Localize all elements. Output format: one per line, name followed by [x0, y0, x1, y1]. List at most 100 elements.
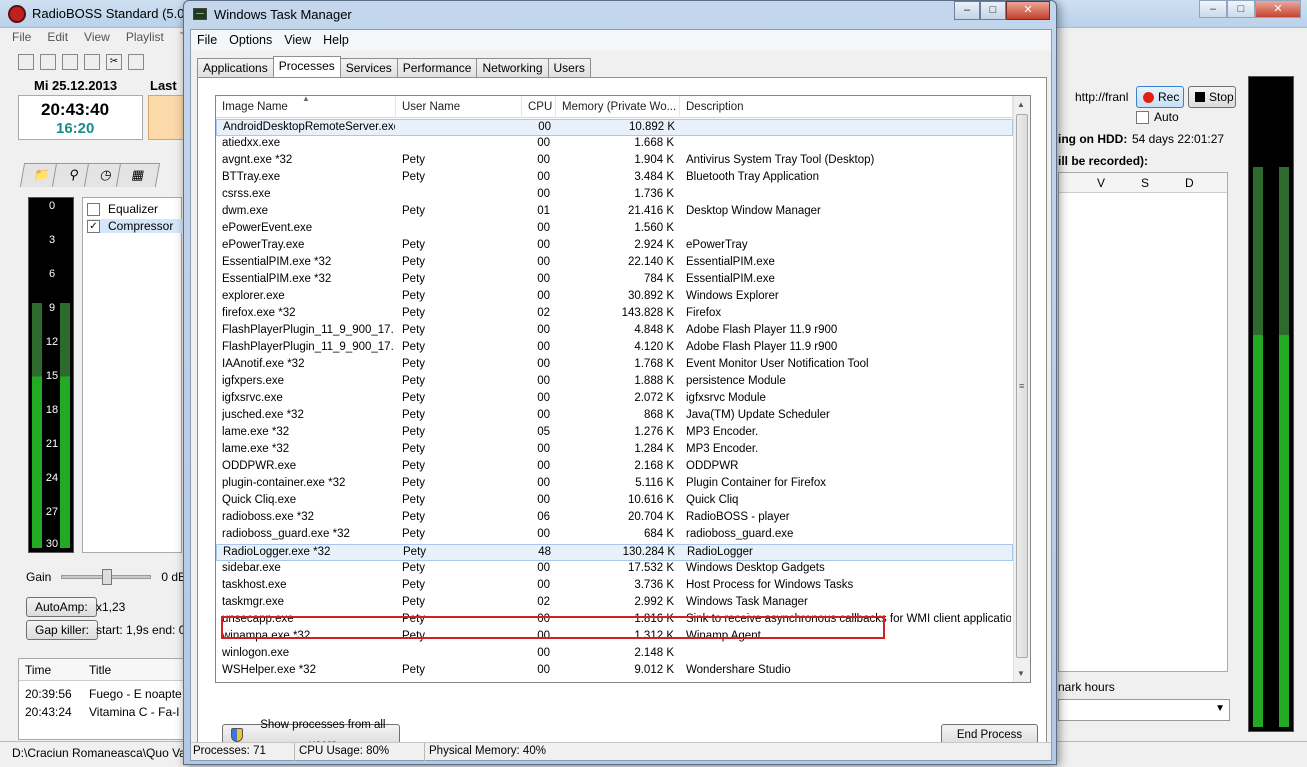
log-row-time: 20:39:56 — [25, 687, 72, 701]
process-list[interactable]: Image Name ▲ User Name CPU Memory (Priva… — [215, 95, 1031, 683]
process-row[interactable]: IAAnotif.exe *32 Pety 00 1.768 K Event Monit… — [216, 357, 1013, 374]
process-name: jusched.exe *32 — [222, 409, 304, 421]
process-row[interactable]: taskmgr.exe Pety 02 2.992 K Windows Task Man… — [216, 595, 1013, 612]
mark-hours-dropdown[interactable]: ▼ — [1058, 699, 1230, 721]
effects-icon[interactable]: ▦ — [115, 163, 161, 187]
scrollbar-thumb[interactable]: ≡ — [1016, 114, 1028, 658]
close-icon[interactable]: ✕ — [1006, 1, 1050, 20]
process-row[interactable]: FlashPlayerPlugin_11_9_900_17... Pety 00 4.… — [216, 323, 1013, 340]
process-memory: 1.816 K — [634, 613, 674, 625]
process-row[interactable]: taskhost.exe Pety 00 3.736 K Host Process fo… — [216, 578, 1013, 595]
process-row[interactable]: BTTray.exe Pety 00 3.484 K Bluetooth Tray Ap… — [216, 170, 1013, 187]
column-image-name[interactable]: Image Name ▲ — [216, 96, 396, 118]
process-row[interactable]: lame.exe *32 Pety 00 1.284 K MP3 Encoder. — [216, 442, 1013, 459]
process-row[interactable]: sidebar.exe Pety 00 17.532 K Windows Desktop… — [216, 561, 1013, 578]
process-row[interactable]: WSHelper.exe *32 Pety 00 9.012 K Wondershare… — [216, 663, 1013, 680]
auto-checkbox[interactable] — [1136, 110, 1149, 124]
menu-edit[interactable]: Edit — [47, 30, 68, 48]
menu-view[interactable]: View — [84, 30, 110, 48]
process-row[interactable]: winampa.exe *32 Pety 00 1.312 K Winamp Agent — [216, 629, 1013, 646]
menu-view[interactable]: View — [278, 33, 317, 47]
process-description: EssentialPIM.exe — [686, 273, 775, 285]
copy-icon[interactable] — [128, 54, 144, 70]
menu-playlist[interactable]: Playlist — [126, 30, 164, 48]
process-memory: 21.416 K — [627, 205, 674, 217]
save-icon[interactable] — [62, 54, 78, 70]
column-memory[interactable]: Memory (Private Wo... — [556, 96, 680, 118]
close-icon[interactable]: ✕ — [1255, 0, 1301, 18]
column-cpu[interactable]: CPU — [522, 96, 556, 118]
tab-processes[interactable]: Processes — [272, 56, 341, 78]
process-row[interactable]: radioboss.exe *32 Pety 06 20.704 K RadioBOSS… — [216, 510, 1013, 527]
auto-option[interactable]: Auto — [1136, 110, 1179, 124]
process-row[interactable]: ePowerEvent.exe 00 1.560 K — [216, 221, 1013, 238]
process-row[interactable]: dwm.exe Pety 01 21.416 K Desktop Window Mana… — [216, 204, 1013, 221]
gain-slider[interactable] — [61, 569, 152, 585]
process-list-header: Image Name ▲ User Name CPU Memory (Priva… — [216, 96, 1013, 118]
process-row[interactable]: avgnt.exe *32 Pety 00 1.904 K Antivirus Syst… — [216, 153, 1013, 170]
process-row[interactable]: plugin-container.exe *32 Pety 00 5.116 K Plu… — [216, 476, 1013, 493]
tab-performance[interactable]: Performance — [396, 58, 478, 77]
process-description: Quick Cliq — [686, 494, 739, 506]
log-header-title[interactable]: Title — [89, 663, 111, 677]
process-row[interactable]: EssentialPIM.exe *32 Pety 00 784 K Essential… — [216, 272, 1013, 289]
process-row[interactable]: atiedxx.exe 00 1.668 K — [216, 136, 1013, 153]
new-file-icon[interactable] — [18, 54, 34, 70]
maximize-icon[interactable]: □ — [980, 1, 1006, 20]
process-row[interactable]: ePowerTray.exe Pety 00 2.924 K ePowerTray — [216, 238, 1013, 255]
process-row[interactable]: EssentialPIM.exe *32 Pety 00 22.140 K Essent… — [216, 255, 1013, 272]
hdd-value: 54 days 22:01:27 — [1132, 132, 1225, 146]
autoamp-button[interactable]: AutoAmp: — [26, 597, 97, 617]
maximize-icon[interactable]: □ — [1227, 0, 1255, 18]
process-list-scrollbar[interactable]: ▲ ≡ ▼ — [1013, 96, 1030, 682]
chevron-down-icon[interactable]: ▼ — [1215, 703, 1225, 714]
column-user-name[interactable]: User Name — [396, 96, 522, 118]
process-row[interactable]: explorer.exe Pety 00 30.892 K Windows Explor… — [216, 289, 1013, 306]
minimize-icon[interactable]: – — [1199, 0, 1227, 18]
process-rows: AndroidDesktopRemoteServer.exe 00 10.892 K… — [216, 119, 1013, 680]
menu-help[interactable]: Help — [317, 33, 355, 47]
process-row[interactable]: AndroidDesktopRemoteServer.exe 00 10.892 K — [216, 119, 1013, 136]
gain-slider-thumb[interactable] — [102, 569, 113, 585]
cut-icon[interactable]: ✂ — [106, 54, 122, 70]
process-cpu: 05 — [537, 426, 550, 438]
scroll-up-icon[interactable]: ▲ — [1017, 100, 1025, 109]
process-row[interactable]: Quick Cliq.exe Pety 00 10.616 K Quick Cliq — [216, 493, 1013, 510]
process-name: AndroidDesktopRemoteServer.exe — [223, 121, 395, 133]
process-row[interactable]: RadioLogger.exe *32 Pety 48 130.284 K RadioL… — [216, 544, 1013, 561]
process-row[interactable]: ODDPWR.exe Pety 00 2.168 K ODDPWR — [216, 459, 1013, 476]
menu-file[interactable]: File — [191, 33, 223, 47]
column-description[interactable]: Description — [680, 96, 1013, 118]
process-row[interactable]: csrss.exe 00 1.736 K — [216, 187, 1013, 204]
tab-networking[interactable]: Networking — [476, 58, 549, 77]
save-as-icon[interactable] — [84, 54, 100, 70]
gap-killer-button[interactable]: Gap killer: — [26, 620, 99, 640]
open-folder-icon[interactable] — [40, 54, 56, 70]
process-row[interactable]: firefox.exe *32 Pety 02 143.828 K Firefox — [216, 306, 1013, 323]
tab-users[interactable]: Users — [547, 58, 591, 77]
process-row[interactable]: jusched.exe *32 Pety 00 868 K Java(TM) Updat… — [216, 408, 1013, 425]
process-row[interactable]: unsecapp.exe Pety 00 1.816 K Sink to receive… — [216, 612, 1013, 629]
log-header-time[interactable]: Time — [25, 663, 51, 677]
scroll-down-icon[interactable]: ▼ — [1017, 669, 1025, 678]
process-row[interactable]: igfxsrvc.exe Pety 00 2.072 K igfxsrvc Module — [216, 391, 1013, 408]
process-row[interactable]: winlogon.exe 00 2.148 K — [216, 646, 1013, 663]
process-row[interactable]: FlashPlayerPlugin_11_9_900_17... Pety 00 4.… — [216, 340, 1013, 357]
process-cpu: 00 — [538, 121, 551, 133]
menu-file[interactable]: File — [12, 30, 31, 48]
process-row[interactable]: radioboss_guard.exe *32 Pety 00 684 K radiob… — [216, 527, 1013, 544]
status-cpu-usage: CPU Usage: 80% — [299, 745, 390, 757]
equalizer-checkbox[interactable] — [87, 202, 100, 216]
tab-applications[interactable]: Applications — [197, 58, 274, 77]
schedule-grid[interactable]: V S D — [1058, 172, 1228, 672]
process-row[interactable]: igfxpers.exe Pety 00 1.888 K persistence Mod… — [216, 374, 1013, 391]
menu-options[interactable]: Options — [223, 33, 278, 47]
compressor-checkbox[interactable]: ✓ — [87, 219, 100, 233]
effect-equalizer[interactable]: Equalizer — [87, 202, 158, 216]
rec-button[interactable]: Rec — [1136, 86, 1184, 108]
tab-services[interactable]: Services — [339, 58, 398, 77]
stop-button[interactable]: Stop — [1188, 86, 1236, 108]
effect-compressor[interactable]: ✓ Compressor — [87, 219, 183, 233]
minimize-icon[interactable]: – — [954, 1, 980, 20]
process-row[interactable]: lame.exe *32 Pety 05 1.276 K MP3 Encoder. — [216, 425, 1013, 442]
